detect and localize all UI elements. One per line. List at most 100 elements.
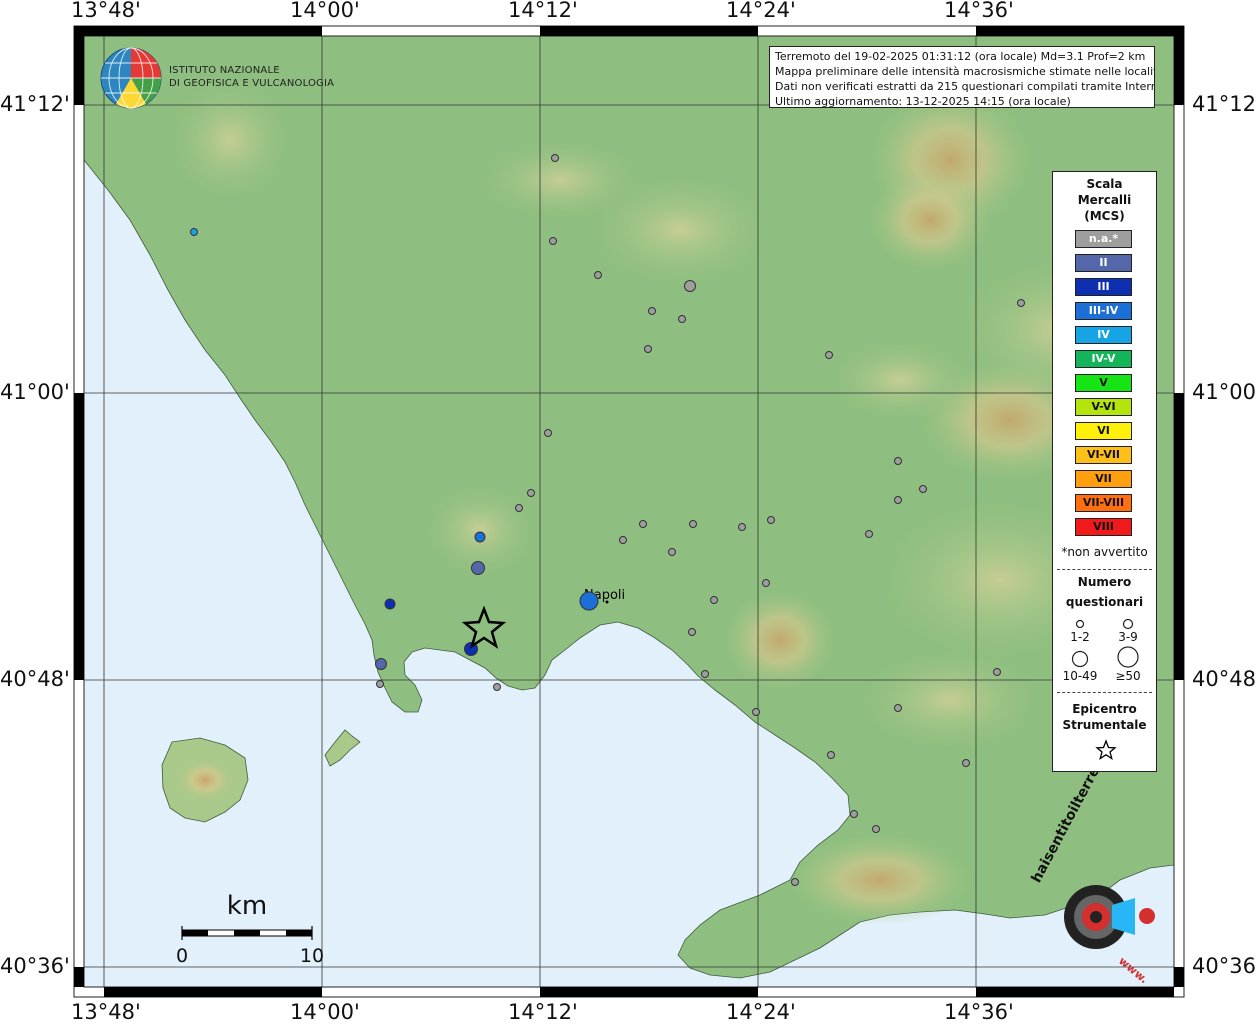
locality-point bbox=[544, 429, 552, 437]
lon-label-bottom: 14°12' bbox=[508, 1000, 578, 1024]
locality-point bbox=[738, 523, 746, 531]
legend-swatch: V bbox=[1075, 374, 1132, 392]
locality-point bbox=[894, 496, 902, 504]
lat-label-left: 41°12' bbox=[0, 92, 70, 116]
lat-label-right: 41°12' bbox=[1192, 92, 1257, 116]
ingv-logo-icon bbox=[100, 47, 162, 109]
lat-label-left: 41°00' bbox=[0, 380, 70, 404]
legend-swatch: IV bbox=[1075, 326, 1132, 344]
legend-swatch: III bbox=[1075, 278, 1132, 296]
lon-label-top: 14°24' bbox=[726, 0, 796, 22]
legend-questionnaires-title1: Numero bbox=[1077, 575, 1132, 589]
event-info-line1: Terremoto del 19-02-2025 01:31:12 (ora l… bbox=[775, 50, 1146, 63]
locality-point bbox=[190, 228, 198, 236]
locality-point bbox=[689, 520, 697, 528]
ingv-logo-text: ISTITUTO NAZIONALE DI GEOFISICA E VULCAN… bbox=[169, 64, 334, 90]
lon-label-bottom: 14°36' bbox=[944, 1000, 1014, 1024]
locality-point bbox=[384, 598, 396, 610]
locality-point bbox=[993, 668, 1001, 676]
legend-title-line3: (MCS) bbox=[1084, 209, 1125, 223]
legend-divider bbox=[1057, 569, 1152, 570]
locality-point bbox=[825, 351, 833, 359]
locality-point bbox=[919, 485, 927, 493]
locality-point bbox=[850, 810, 858, 818]
legend-epicenter-title2: Strumentale bbox=[1062, 718, 1147, 732]
locality-point bbox=[619, 536, 627, 544]
legend-swatch: VI bbox=[1075, 422, 1132, 440]
event-info-box: Terremoto del 19-02-2025 01:31:12 (ora l… bbox=[769, 46, 1155, 108]
locality-point bbox=[767, 516, 775, 524]
locality-point bbox=[865, 530, 873, 538]
locality-point bbox=[1017, 299, 1025, 307]
legend-divider bbox=[1057, 692, 1152, 693]
legend-swatch: VII bbox=[1075, 470, 1132, 488]
scale-bar-title: km bbox=[227, 891, 267, 921]
locality-point bbox=[962, 759, 970, 767]
mcs-legend: Scala Mercalli (MCS) n.a.* II III III-IV IV I… bbox=[1052, 171, 1157, 772]
locality-point bbox=[752, 708, 760, 716]
legend-size-label: ≥50 bbox=[1115, 669, 1141, 683]
legend-questionnaires-title2: questionari bbox=[1065, 595, 1144, 609]
lat-label-right: 40°48' bbox=[1192, 667, 1257, 691]
lon-label-bottom: 14°00' bbox=[290, 1000, 360, 1024]
event-info-line2: Mappa preliminare delle intensità macros… bbox=[775, 65, 1155, 78]
locality-point bbox=[762, 579, 770, 587]
locality-point bbox=[474, 531, 486, 543]
locality-point bbox=[579, 591, 599, 611]
legend-swatch: II bbox=[1075, 254, 1132, 272]
lat-label-left: 40°48' bbox=[0, 667, 70, 691]
legend-swatch: V-VI bbox=[1075, 398, 1132, 416]
locality-point bbox=[688, 628, 696, 636]
locality-point bbox=[527, 489, 535, 497]
locality-point bbox=[375, 658, 387, 670]
locality-point bbox=[678, 315, 686, 323]
event-info-line4: Ultimo aggiornamento: 13-12-2025 14:15 (… bbox=[775, 95, 1071, 108]
lon-label-bottom: 13°48' bbox=[71, 1000, 141, 1024]
legend-title-line1: Scala bbox=[1086, 177, 1123, 191]
locality-point bbox=[376, 680, 384, 688]
lat-label-left: 40°36' bbox=[0, 954, 70, 978]
scale-bar-end: 10 bbox=[300, 945, 324, 967]
legend-swatch: n.a.* bbox=[1075, 230, 1132, 248]
locality-point bbox=[791, 878, 799, 886]
lon-label-top: 13°48' bbox=[71, 0, 141, 22]
legend-size-label: 3-9 bbox=[1118, 630, 1138, 644]
legend-swatch: VIII bbox=[1075, 518, 1132, 536]
locality-point bbox=[827, 751, 835, 759]
lon-label-bottom: 14°24' bbox=[726, 1000, 796, 1024]
legend-not-felt-note: *non avvertito bbox=[1061, 545, 1148, 559]
lon-label-top: 14°00' bbox=[290, 0, 360, 22]
locality-point bbox=[551, 154, 559, 162]
locality-point bbox=[549, 237, 557, 245]
locality-point bbox=[515, 504, 523, 512]
legend-swatch: IV-V bbox=[1075, 350, 1132, 368]
locality-point bbox=[594, 271, 602, 279]
locality-point bbox=[710, 596, 718, 604]
legend-title: Scala Mercalli (MCS) bbox=[1053, 176, 1156, 224]
ingv-logo-line2: DI GEOFISICA E VULCANOLOGIA bbox=[169, 78, 335, 89]
points-intensity-IV bbox=[190, 228, 198, 236]
legend-size-label: 1-2 bbox=[1070, 630, 1090, 644]
lon-label-top: 14°36' bbox=[944, 0, 1014, 22]
lon-label-top: 14°12' bbox=[508, 0, 578, 22]
locality-point bbox=[894, 704, 902, 712]
legend-epicenter-star-icon bbox=[1095, 739, 1117, 760]
locality-point bbox=[701, 670, 709, 678]
locality-point bbox=[493, 683, 501, 691]
lat-label-right: 40°36' bbox=[1192, 954, 1257, 978]
legend-title-line2: Mercalli bbox=[1077, 193, 1132, 207]
legend-swatch: VI-VII bbox=[1075, 446, 1132, 464]
locality-point bbox=[684, 280, 696, 292]
event-info-line3: Dati non verificati estratti da 215 ques… bbox=[775, 80, 1155, 93]
locality-point bbox=[648, 307, 656, 315]
ingv-logo-line1: ISTITUTO NAZIONALE bbox=[169, 65, 280, 76]
locality-point bbox=[639, 520, 647, 528]
legend-epicenter-title1: Epicentro bbox=[1072, 702, 1137, 716]
legend-swatch: VII-VIII bbox=[1075, 494, 1132, 512]
locality-point bbox=[471, 561, 485, 575]
lat-label-right: 41°00' bbox=[1192, 380, 1257, 404]
locality-point bbox=[668, 548, 676, 556]
locality-point bbox=[894, 457, 902, 465]
scale-bar-start: 0 bbox=[176, 945, 188, 967]
locality-point bbox=[872, 825, 880, 833]
